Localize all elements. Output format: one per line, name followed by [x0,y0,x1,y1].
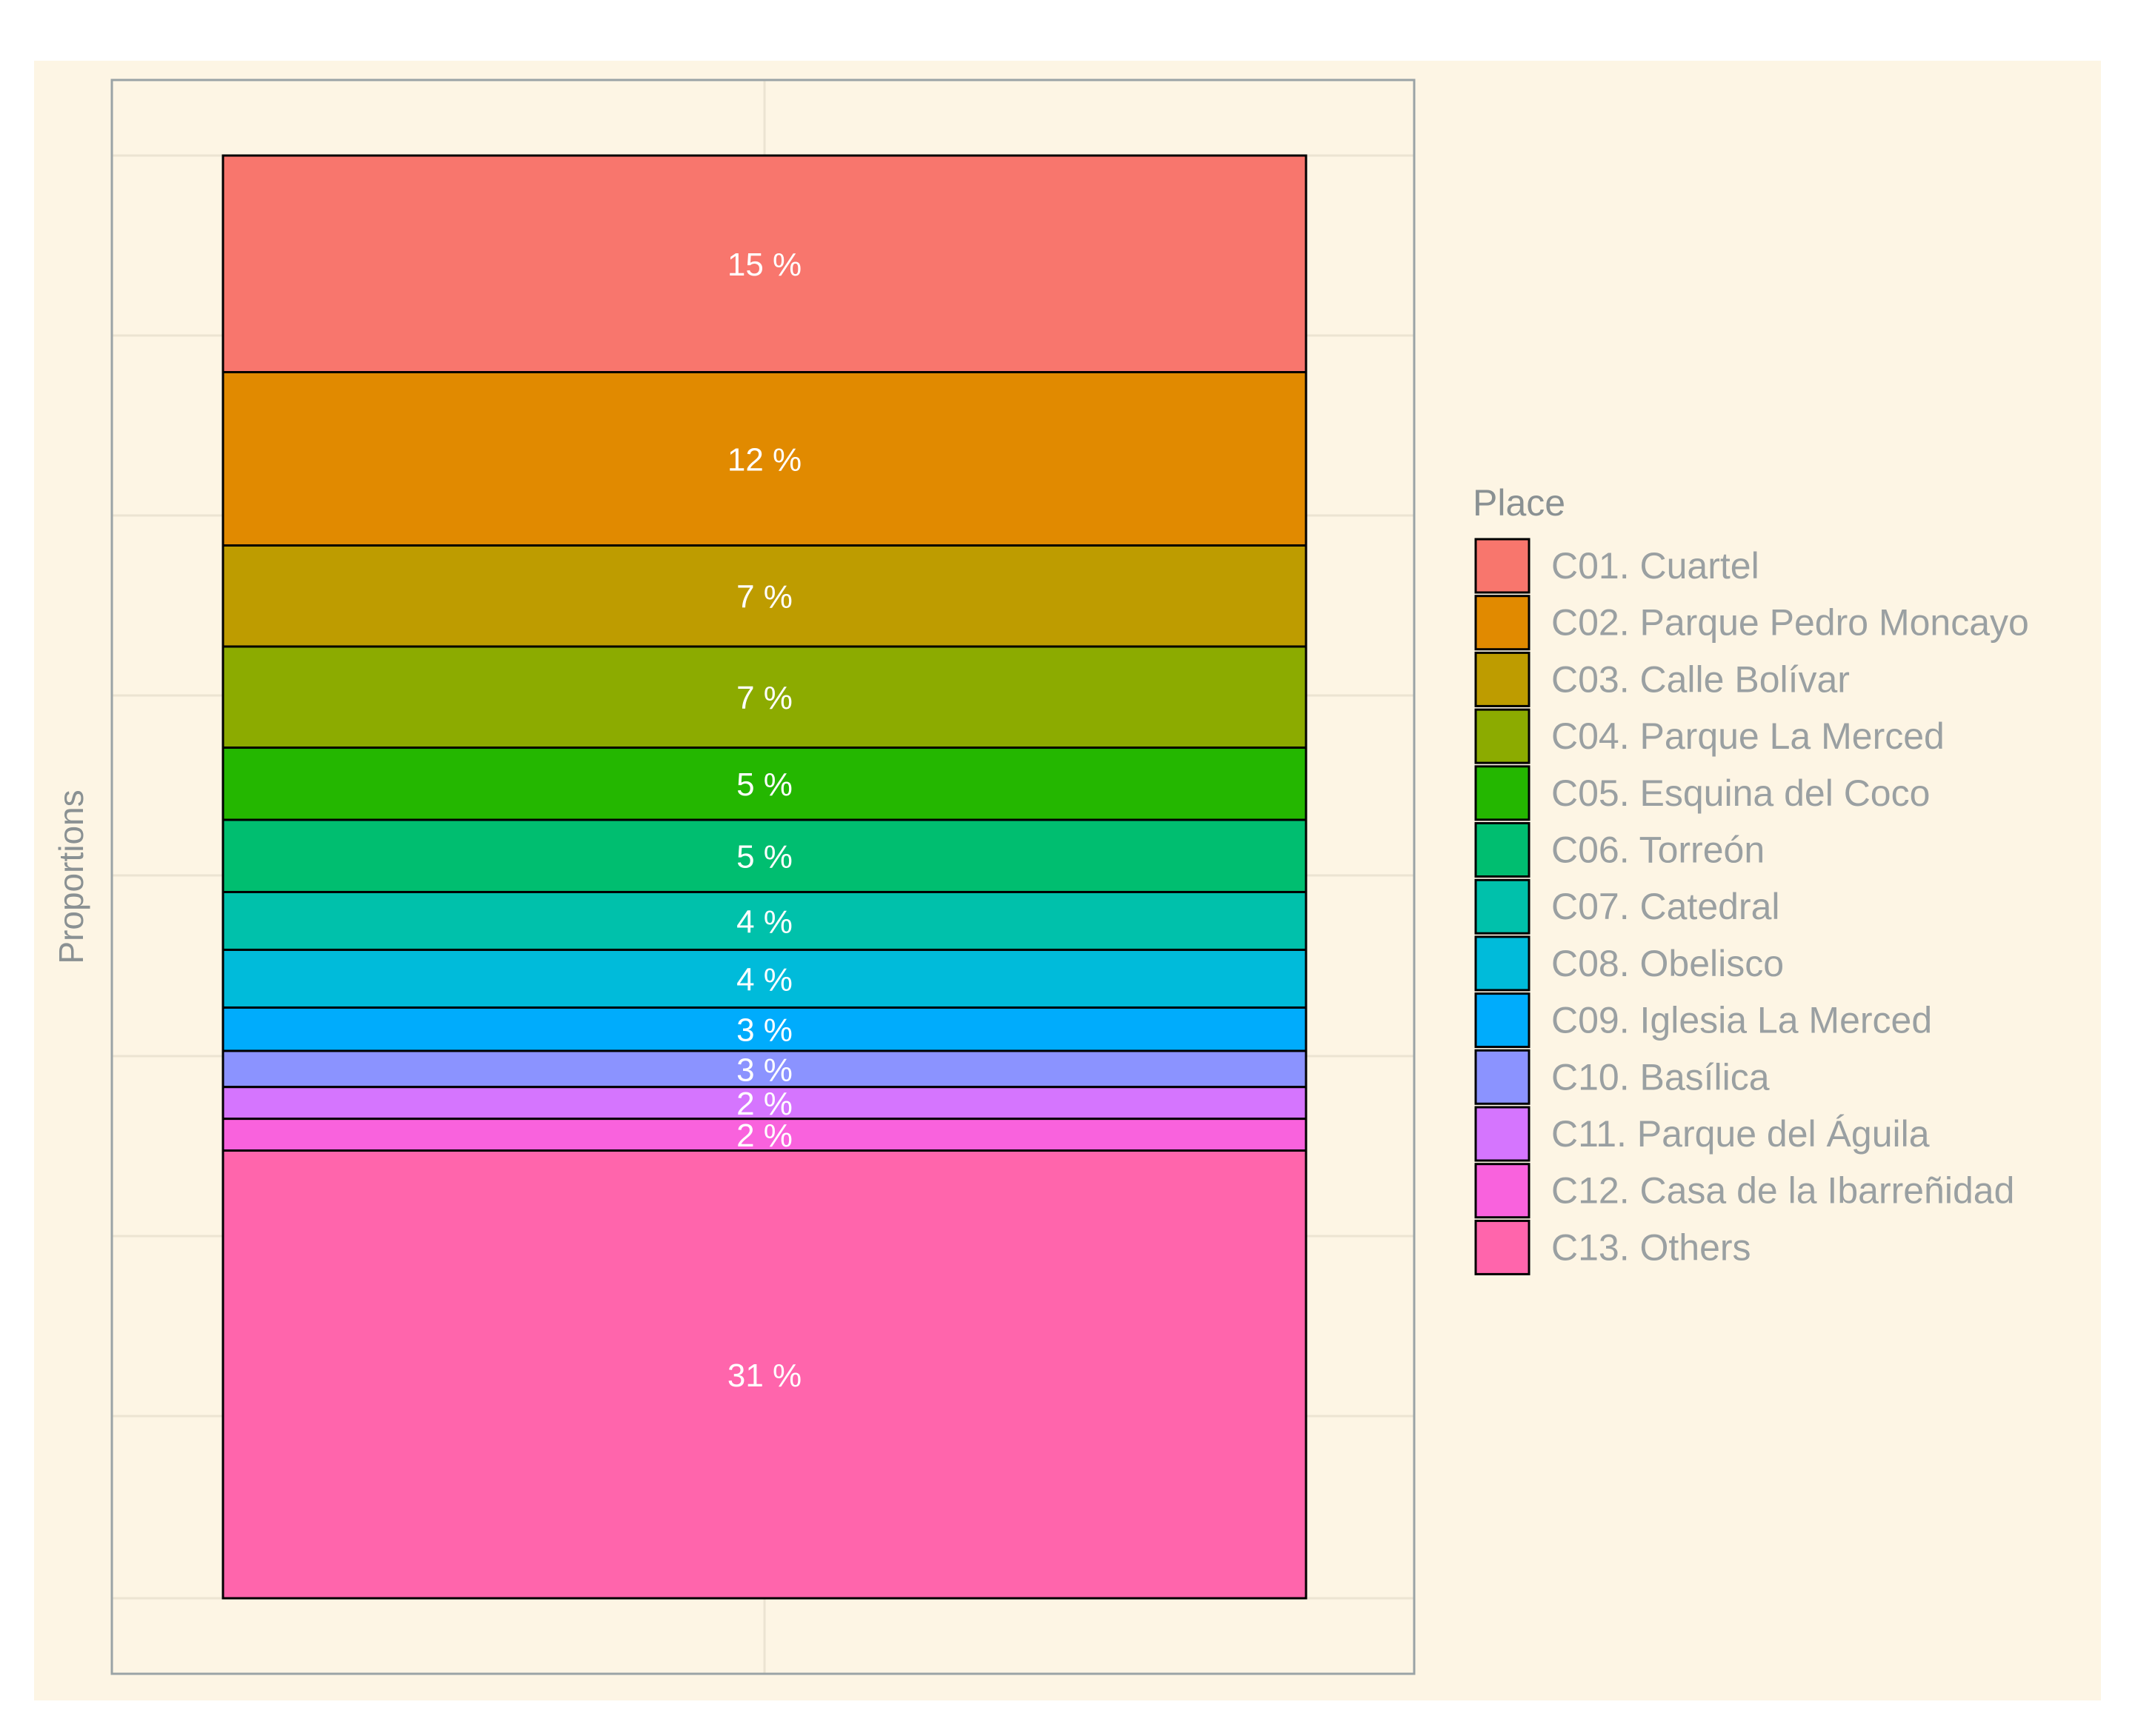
legend-key-13 [1474,1219,1531,1275]
legend-label-5: C05. Esquina del Coco [1551,772,1930,814]
legend-label-8: C08. Obelisco [1551,943,1784,984]
data-label-1: 15 % [727,247,802,283]
legend-key-8 [1474,935,1531,992]
legend-title: Place [1473,482,1565,524]
legend-key-1 [1474,538,1531,594]
data-label-9: 3 % [736,1012,793,1049]
legend-label-9: C09. Iglesia La Merced [1551,1000,1932,1041]
legend-label-13: C13. Others [1551,1226,1751,1268]
data-label-2: 12 % [727,441,802,478]
data-label-5: 5 % [736,767,793,803]
legend-key-7 [1474,878,1531,935]
legend-label-1: C01. Cuartel [1551,545,1759,587]
legend-label-6: C06. Torreón [1551,829,1765,871]
legend-label-10: C10. Basílica [1551,1056,1770,1098]
data-label-13: 31 % [727,1358,802,1394]
legend-label-4: C04. Parque La Merced [1551,715,1945,757]
legend-key-6 [1474,822,1531,878]
data-label-3: 7 % [736,579,793,615]
data-label-4: 7 % [736,680,793,716]
legend-key-12 [1474,1163,1531,1219]
legend-label-7: C07. Catedral [1551,886,1780,927]
data-label-10: 3 % [736,1052,793,1088]
y-axis-label: Proportions [52,789,90,964]
legend-key-10 [1474,1049,1531,1105]
legend-key-4 [1474,708,1531,764]
legend-label-11: C11. Parque del Águila [1551,1113,1930,1155]
legend-key-2 [1474,595,1531,651]
data-label-12: 2 % [736,1118,793,1154]
legend-key-11 [1474,1106,1531,1162]
data-label-11: 2 % [736,1086,793,1122]
legend-key-5 [1474,765,1531,821]
legend-label-12: C12. Casa de la Ibarreñidad [1551,1170,2014,1212]
legend-label-2: C02. Parque Pedro Moncayo [1551,602,2029,644]
legend-label-3: C03. Calle Bolívar [1551,658,1850,700]
legend-key-3 [1474,651,1531,707]
data-label-8: 4 % [736,961,793,998]
stacked-bar-chart: 15 %12 %7 %7 %5 %5 %4 %4 %3 %3 %2 %2 %31… [34,61,2101,1700]
data-label-6: 5 % [736,839,793,875]
legend-key-9 [1474,992,1531,1049]
data-label-7: 4 % [736,904,793,940]
